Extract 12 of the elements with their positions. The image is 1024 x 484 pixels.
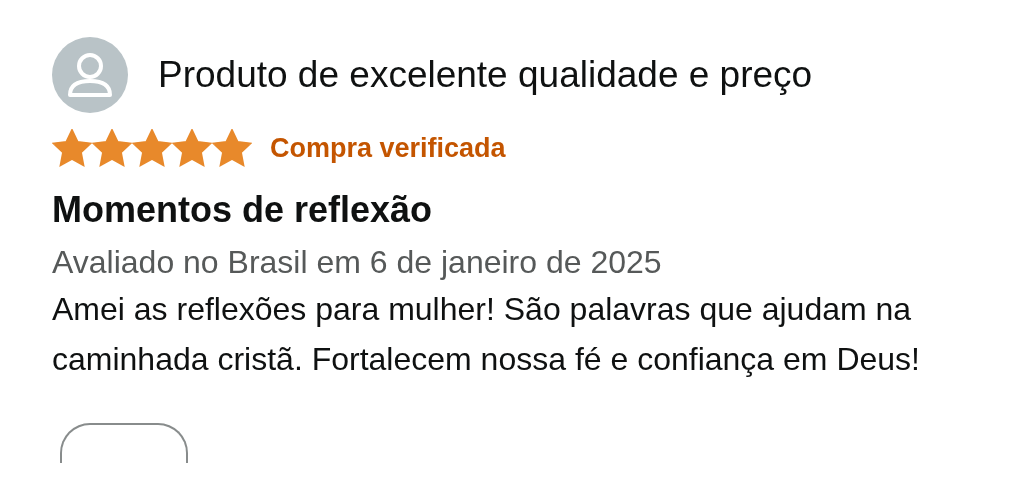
reviewer-name: Produto de excelente qualidade e preço [158, 53, 813, 98]
helpful-button[interactable] [60, 422, 188, 463]
star-icon [52, 129, 92, 168]
review-text: Amei as reflexões para mulher! São palavras que ajudam na caminhada cristã. Fortalecem nossa fé e confiança em Deus! [52, 289, 921, 379]
star-icon [132, 129, 172, 168]
review-date: Avaliado no Brasil em 6 de janeiro de 2025 [52, 242, 663, 282]
avatar-icon [52, 37, 128, 113]
star-icon [172, 129, 212, 168]
verified-purchase-label: Compra verificada [270, 132, 506, 165]
star-icon [92, 129, 132, 168]
star-icon [212, 129, 252, 168]
review-title: Momentos de reflexão [52, 187, 434, 232]
